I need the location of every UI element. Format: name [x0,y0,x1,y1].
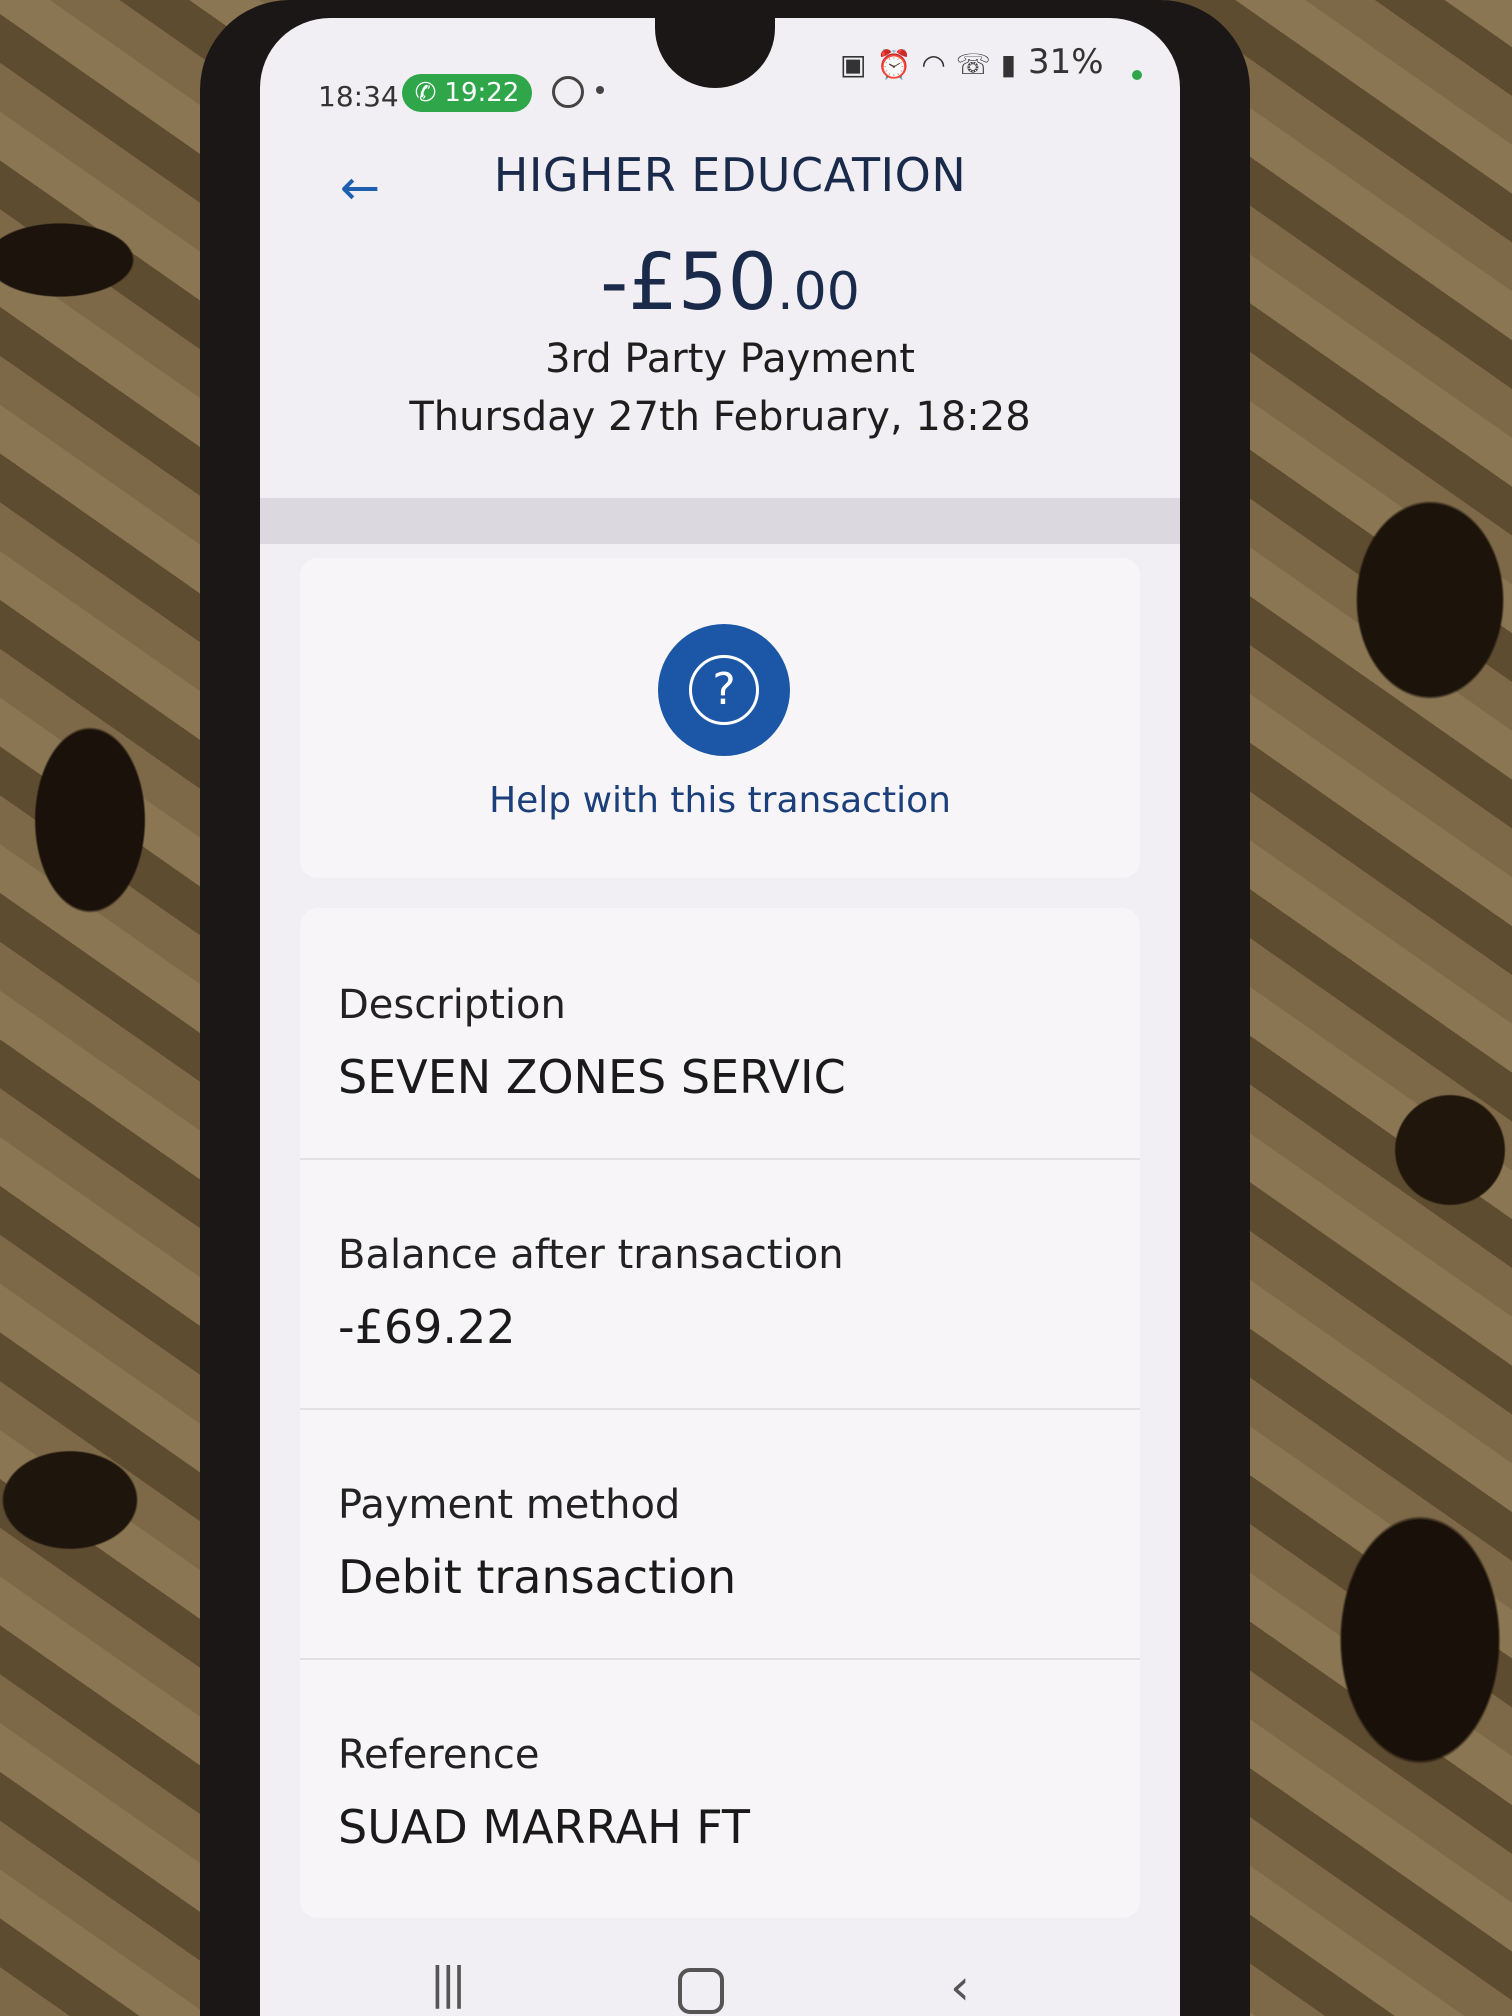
phone-screen: 18:34 ✆ 19:22 ▣ ⏰ ◠ ☏ ▮ 31% ← HIGHER EDU… [260,18,1180,2016]
status-bar: 18:34 ✆ 19:22 ▣ ⏰ ◠ ☏ ▮ 31% [260,18,1180,113]
detail-row-description: Description SEVEN ZONES SERVIC [300,908,1140,1160]
camera-notch [655,18,775,88]
wifi-call-icon: ☏ [955,48,991,81]
ongoing-call-pill[interactable]: ✆ 19:22 [402,74,532,112]
home-icon[interactable] [678,1968,724,2014]
status-icons: ▣ ⏰ ◠ ☏ ▮ [840,48,1016,81]
nav-back-icon[interactable]: ‹ [950,1958,970,2016]
help-question-icon[interactable]: ? [658,624,790,756]
call-timer: 19:22 [444,78,520,108]
detail-value: Debit transaction [338,1550,737,1604]
detail-row-payment-method: Payment method Debit transaction [300,1408,1140,1660]
transaction-type: 3rd Party Payment [545,336,915,382]
battery-icon [1132,70,1142,80]
recent-apps-icon[interactable]: ||| [430,1958,467,2009]
transaction-datetime: Thursday 27th February, 18:28 [409,394,1031,440]
alarm-icon: ⏰ [876,48,912,81]
detail-value: SEVEN ZONES SERVIC [338,1050,846,1104]
section-divider [260,498,1180,544]
battery-percent: 31% [1028,42,1104,82]
phone-icon: ✆ [414,78,437,108]
status-time: 18:34 [318,80,399,113]
nfc-icon: ▣ [840,48,867,81]
details-card: Description SEVEN ZONES SERVIC Balance a… [300,908,1140,1918]
amount-cents: .00 [777,262,860,322]
signal-icon: ▮ [1000,48,1017,81]
detail-row-reference: Reference SUAD MARRAH FT [300,1658,1140,1908]
detail-value: SUAD MARRAH FT [338,1800,751,1854]
detail-value: -£69.22 [338,1300,516,1354]
wifi-icon: ◠ [921,48,946,81]
detail-row-balance: Balance after transaction -£69.22 [300,1158,1140,1410]
transaction-amount: -£50.00 [410,238,1050,328]
page-title: HIGHER EDUCATION [493,148,967,202]
help-link[interactable]: Help with this transaction [300,780,1140,821]
detail-label: Description [338,982,566,1028]
notification-dot-icon [596,86,604,94]
detail-label: Reference [338,1732,540,1778]
amount-main: -£50 [600,238,778,328]
detail-label: Payment method [338,1482,681,1528]
system-nav-bar: ||| ‹ [260,1938,1180,2016]
back-arrow-icon[interactable]: ← [330,158,390,218]
help-card[interactable]: ? Help with this transaction [300,558,1140,878]
whatsapp-icon [552,76,584,108]
detail-label: Balance after transaction [338,1232,844,1278]
